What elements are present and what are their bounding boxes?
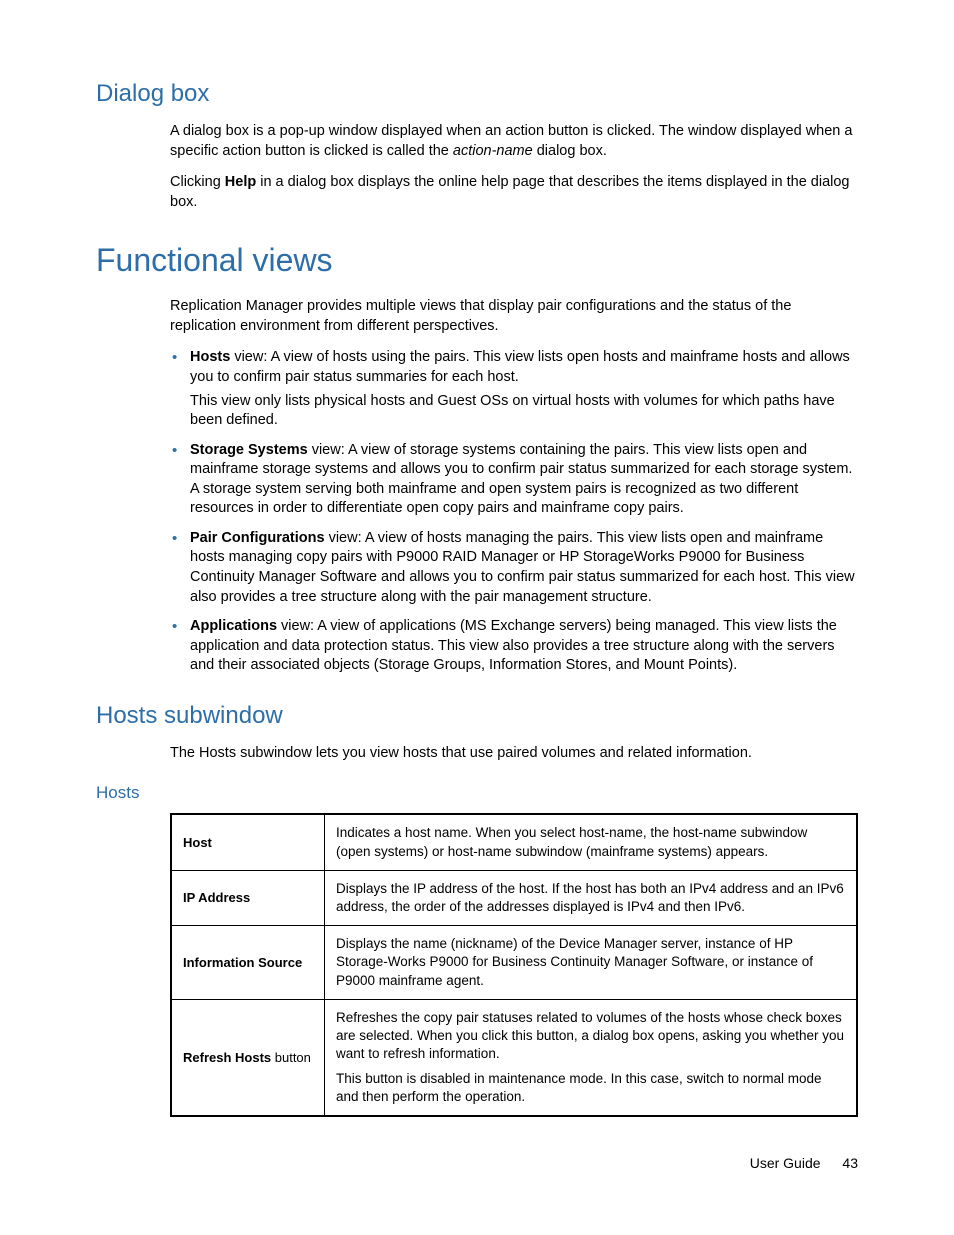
hosts-bold: Hosts [190, 349, 230, 365]
footer-label: User Guide [750, 1155, 821, 1171]
row-label-refresh-hosts: Refresh Hosts button [171, 999, 325, 1116]
row-desc: Refreshes the copy pair statuses related… [325, 999, 858, 1116]
heading-functional-views: Functional views [96, 242, 858, 279]
list-item: Pair Configurations view: A view of host… [170, 529, 858, 607]
table-row: Information Source Displays the name (ni… [171, 926, 857, 1000]
list-item: Hosts view: A view of hosts using the pa… [170, 348, 858, 430]
page-footer: User Guide 43 [750, 1155, 858, 1171]
row-label-ip: IP Address [171, 870, 325, 925]
hosts-section: Hosts Host Indicates a host name. When y… [96, 783, 858, 1117]
row-label-host: Host [171, 814, 325, 870]
row-desc: Displays the name (nickname) of the Devi… [325, 926, 858, 1000]
hosts-subwindow-section: Hosts subwindow The Hosts subwindow lets… [96, 702, 858, 764]
heading-dialog-box: Dialog box [96, 80, 858, 108]
applications-bold: Applications [190, 618, 277, 634]
page-number: 43 [842, 1155, 858, 1171]
help-bold: Help [225, 174, 256, 190]
heading-hosts: Hosts [96, 783, 858, 803]
row-label-info-source: Information Source [171, 926, 325, 1000]
list-item: Storage Systems view: A view of storage … [170, 441, 858, 519]
table-row: IP Address Displays the IP address of th… [171, 870, 857, 925]
row-desc: Indicates a host name. When you select h… [325, 814, 858, 870]
pair-configurations-bold: Pair Configurations [190, 530, 325, 546]
dialog-box-para-2: Clicking Help in a dialog box displays t… [170, 173, 858, 212]
heading-hosts-subwindow: Hosts subwindow [96, 702, 858, 730]
dialog-box-section: Dialog box A dialog box is a pop-up wind… [96, 80, 858, 212]
dialog-box-para-1: A dialog box is a pop-up window displaye… [170, 122, 858, 161]
functional-views-section: Functional views Replication Manager pro… [96, 242, 858, 676]
storage-systems-bold: Storage Systems [190, 442, 308, 458]
table-row: Host Indicates a host name. When you sel… [171, 814, 857, 870]
functional-views-list: Hosts view: A view of hosts using the pa… [170, 348, 858, 675]
hosts-sub: This view only lists physical hosts and … [190, 392, 858, 431]
row-desc: Displays the IP address of the host. If … [325, 870, 858, 925]
hosts-subwindow-intro: The Hosts subwindow lets you view hosts … [170, 744, 858, 764]
list-item: Applications view: A view of application… [170, 617, 858, 676]
table-row: Refresh Hosts button Refreshes the copy … [171, 999, 857, 1116]
hosts-table: Host Indicates a host name. When you sel… [170, 813, 858, 1117]
functional-views-intro: Replication Manager provides multiple vi… [170, 297, 858, 336]
action-name-italic: action-name [453, 143, 533, 159]
